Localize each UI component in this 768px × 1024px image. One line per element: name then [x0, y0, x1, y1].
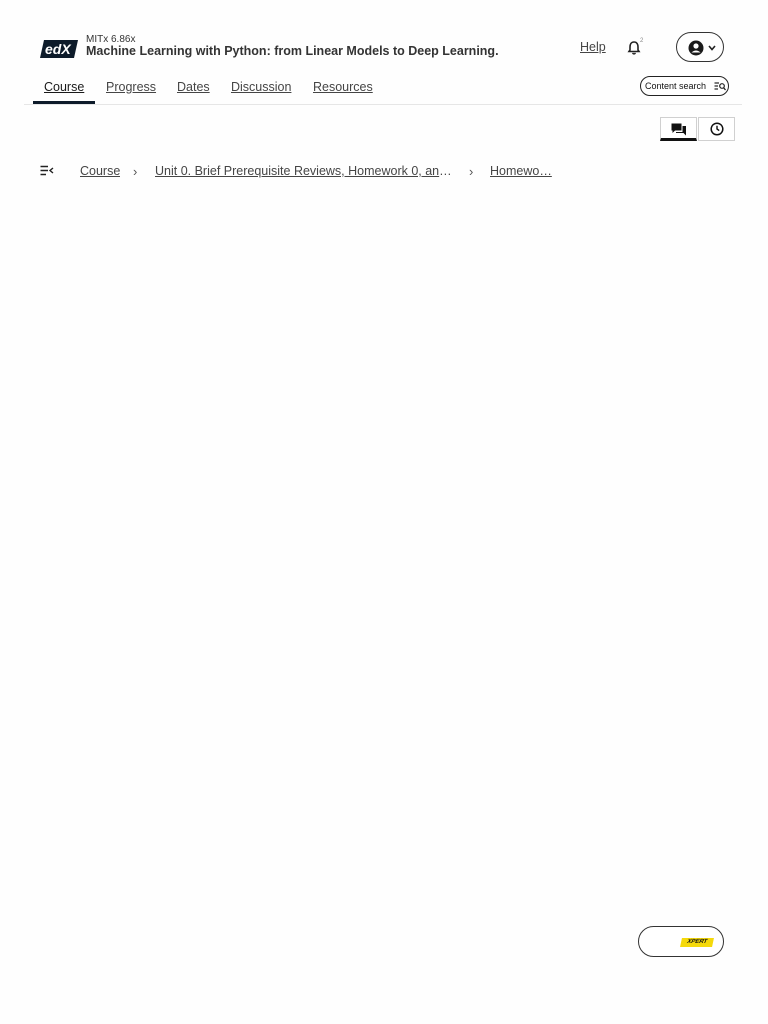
chevron-right-icon: ›: [469, 164, 474, 179]
notification-count: 2: [640, 38, 644, 44]
tab-dates[interactable]: Dates: [177, 80, 210, 94]
tab-discussion[interactable]: Discussion: [231, 80, 291, 94]
search-icon: [714, 82, 726, 91]
chevron-right-icon: ›: [133, 164, 138, 179]
chat-icon: [671, 123, 686, 136]
tab-course[interactable]: Course: [44, 80, 84, 94]
user-menu-button[interactable]: [676, 32, 724, 62]
help-link[interactable]: Help: [580, 40, 606, 54]
breadcrumb-course[interactable]: Course: [80, 164, 120, 178]
content-search-button[interactable]: Content search: [640, 76, 729, 96]
tabs-divider: [24, 104, 742, 105]
breadcrumb-subsection[interactable]: Homewo…: [490, 164, 552, 178]
content-search-label: Content search: [645, 81, 707, 91]
chevron-down-icon: [708, 45, 716, 51]
tab-progress[interactable]: Progress: [106, 80, 156, 94]
discussions-sidebar-button[interactable]: [660, 117, 697, 141]
notifications-sidebar-button[interactable]: [698, 117, 735, 141]
xpert-chat-button[interactable]: XPERT: [638, 926, 724, 957]
sidebar-toggle-icon[interactable]: [40, 165, 54, 176]
xpert-logo: XPERT: [680, 938, 714, 947]
edx-logo-text: edX: [45, 41, 72, 57]
edx-logo[interactable]: edX: [40, 38, 78, 60]
clock-icon: [710, 122, 724, 136]
course-title: Machine Learning with Python: from Linea…: [86, 44, 499, 58]
user-avatar-icon: [688, 40, 704, 56]
breadcrumb: Course › Unit 0. Brief Prerequisite Revi…: [0, 160, 768, 182]
breadcrumb-unit[interactable]: Unit 0. Brief Prerequisite Reviews, Home…: [155, 164, 455, 178]
site-header: edX MITx 6.86x Machine Learning with Pyt…: [0, 0, 768, 105]
tab-resources[interactable]: Resources: [313, 80, 373, 94]
